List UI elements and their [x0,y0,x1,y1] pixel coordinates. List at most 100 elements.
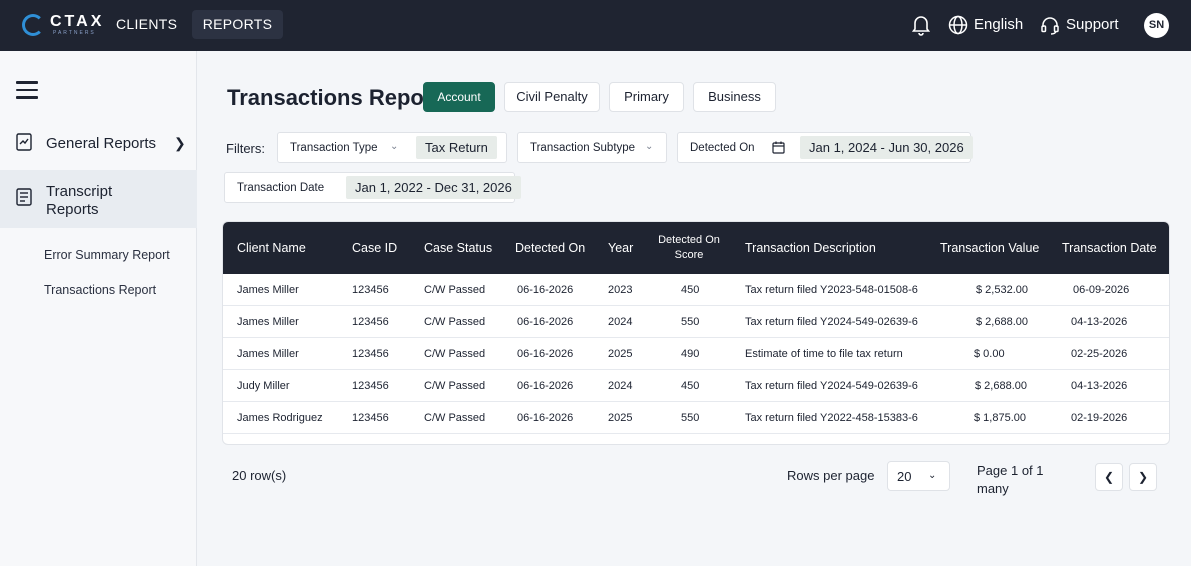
page-title: Transactions Report [227,85,440,110]
cell-year: 2025 [608,348,633,360]
table-row[interactable]: James Miller 123456 C/W Passed 06-16-202… [223,338,1169,370]
col-client-name[interactable]: Client Name [237,222,306,274]
detected-on-label: Detected On [690,142,755,154]
col-transaction-description[interactable]: Transaction Description [745,222,876,274]
sidebar-subitem-transactions[interactable]: Transactions Report [44,283,156,297]
col-score-line2: Score [674,249,704,261]
cell-transaction-date: 02-25-2026 [1071,348,1128,360]
cell-value: $ 2,532.00 [976,284,1028,296]
cell-year: 2023 [608,284,633,296]
cell-case-id: 123456 [352,316,389,328]
table-row[interactable]: James Miller 123456 C/W Passed 06-16-202… [223,306,1169,338]
transaction-subtype-label: Transaction Subtype [530,142,636,154]
calendar-icon[interactable] [772,141,785,154]
col-transaction-value[interactable]: Transaction Value [940,222,1039,274]
logo-ring-icon [22,14,44,36]
nav-reports[interactable]: REPORTS [192,10,283,39]
cell-score: 450 [681,284,700,296]
cell-year: 2024 [608,380,633,392]
cell-transaction-date: 04-13-2026 [1071,380,1128,392]
chevron-down-icon: ⌄ [928,470,937,481]
sidebar-item-transcript-reports[interactable]: Transcript Reports [0,170,197,228]
transaction-subtype-select[interactable]: Transaction Subtype ⌄ [517,132,667,163]
cell-year: 2025 [608,412,633,424]
cell-case-id: 123456 [352,380,389,392]
cell-score: 550 [681,412,700,424]
sidebar: General Reports ❯ Transcript Reports Err… [0,51,197,566]
col-case-id[interactable]: Case ID [352,222,397,274]
transaction-date-range-chip[interactable]: Jan 1, 2022 - Dec 31, 2026 [346,176,521,199]
transcript-icon [16,188,32,206]
cell-description: Tax return filed Y2024-549-02639-6 [745,316,918,328]
col-detected-on[interactable]: Detected On [515,222,585,274]
support-label: Support [1066,16,1119,33]
menu-icon[interactable] [16,81,38,99]
cell-detected-on: 06-16-2026 [517,284,574,296]
cell-score: 490 [681,348,700,360]
bell-icon[interactable] [911,14,931,36]
rows-per-page-select[interactable]: 20 ⌄ [887,461,950,491]
table-header: Client Name Case ID Case Status Detected… [223,222,1169,274]
filters-label: Filters: [226,141,265,156]
sidebar-item-label: General Reports [46,135,157,152]
headset-icon [1041,17,1059,35]
cell-detected-on: 06-16-2026 [517,348,574,360]
transaction-type-label: Transaction Type [290,142,378,154]
cell-value: $ 1,875.00 [974,412,1026,424]
cell-detected-on: 06-16-2026 [517,380,574,392]
table-row[interactable]: James Rodriguez 123456 C/W Passed 06-16-… [223,402,1169,434]
chevron-down-icon: ⌄ [645,141,654,152]
cell-score: 550 [681,316,700,328]
top-bar: CTAX PARTNERS CLIENTS REPORTS English Su… [0,0,1191,51]
globe-icon [948,15,968,35]
sidebar-item-general-reports[interactable]: General Reports ❯ [0,123,197,163]
tab-civil-penalty[interactable]: Civil Penalty [504,82,600,112]
cell-case-id: 123456 [352,412,389,424]
page-info: Page 1 of 1 many [977,463,1044,496]
prev-page-button[interactable]: ❮ [1095,463,1123,491]
col-year[interactable]: Year [608,222,633,274]
next-page-button[interactable]: ❯ [1129,463,1157,491]
cell-transaction-date: 02-19-2026 [1071,412,1128,424]
chevron-left-icon: ❮ [1103,470,1115,484]
col-case-status[interactable]: Case Status [424,222,492,274]
cell-value: $ 2,688.00 [975,380,1027,392]
chevron-down-icon: ⌄ [390,141,399,152]
cell-year: 2024 [608,316,633,328]
table-row[interactable]: Judy Miller 123456 C/W Passed 06-16-2026… [223,370,1169,402]
ctax-logo[interactable]: CTAX PARTNERS [22,12,108,38]
logo-text: CTAX [50,13,105,30]
report-icon [16,133,32,151]
cell-case-status: C/W Passed [424,316,486,328]
col-detected-on-score[interactable]: Detected On Score [651,222,727,274]
transaction-date-label: Transaction Date [237,182,325,194]
tab-account[interactable]: Account [423,82,495,112]
nav-clients[interactable]: CLIENTS [116,16,177,32]
rows-per-page-label: Rows per page [787,468,875,483]
transaction-date-filter[interactable]: Transaction Date Jan 1, 2022 - Dec 31, 2… [224,172,521,203]
detected-on-range-chip[interactable]: Jan 1, 2024 - Jun 30, 2026 [800,136,973,159]
transaction-type-select[interactable]: Transaction Type ⌄ Tax Return [277,132,507,163]
cell-case-id: 123456 [352,284,389,296]
row-count: 20 row(s) [232,468,287,483]
tab-business[interactable]: Business [693,82,776,112]
cell-description: Tax return filed Y2024-549-02639-6 [745,380,918,392]
cell-client-name: James Rodriguez [237,412,323,424]
transaction-type-chip[interactable]: Tax Return [416,136,497,159]
logo-subtext: PARTNERS [53,30,96,36]
cell-description: Tax return filed Y2022-458-15383-6 [745,412,918,424]
sidebar-subitem-error-summary[interactable]: Error Summary Report [44,248,170,262]
table-row[interactable]: James Miller 123456 C/W Passed 06-16-202… [223,274,1169,306]
tab-primary[interactable]: Primary [609,82,684,112]
language-label: English [974,16,1024,33]
cell-case-status: C/W Passed [424,284,486,296]
cell-detected-on: 06-16-2026 [517,412,574,424]
detected-on-filter[interactable]: Detected On Jan 1, 2024 - Jun 30, 2026 [677,132,973,163]
cell-client-name: James Miller [237,348,299,360]
cell-transaction-date: 04-13-2026 [1071,316,1128,328]
col-transaction-date[interactable]: Transaction Date [1062,222,1157,274]
user-avatar[interactable]: SN [1144,13,1169,38]
cell-case-id: 123456 [352,348,389,360]
cell-value: $ 2,688.00 [976,316,1028,328]
cell-description: Estimate of time to file tax return [745,348,903,360]
